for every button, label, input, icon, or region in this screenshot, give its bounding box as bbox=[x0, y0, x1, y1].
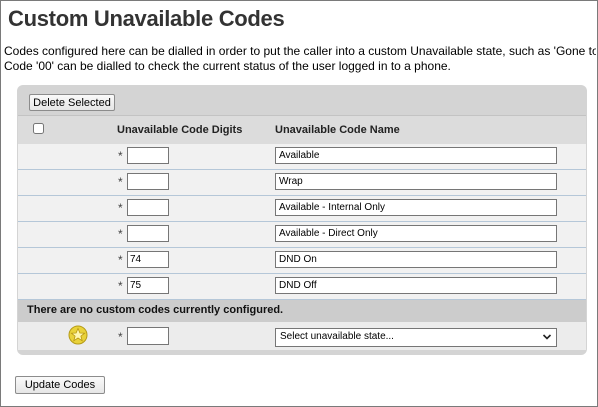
code-name-input[interactable] bbox=[275, 251, 557, 268]
page-description: Codes configured here can be dialled in … bbox=[4, 44, 596, 74]
code-name-input[interactable] bbox=[275, 147, 557, 164]
unavailable-state-select[interactable]: Select unavailable state... bbox=[275, 328, 557, 347]
code-digits-input[interactable] bbox=[127, 147, 169, 164]
table-row: * bbox=[18, 248, 586, 274]
code-name-input[interactable] bbox=[275, 277, 557, 294]
table-row: * bbox=[18, 170, 586, 196]
description-line: Code '00' can be dialled to check the cu… bbox=[4, 59, 451, 73]
chevron-down-icon bbox=[542, 334, 552, 340]
new-code-digits-input[interactable] bbox=[127, 327, 169, 345]
description-line: Codes configured here can be dialled in … bbox=[4, 44, 596, 58]
table-row: * bbox=[18, 144, 586, 170]
star-icon bbox=[68, 325, 88, 345]
code-digits-input[interactable] bbox=[127, 173, 169, 190]
code-digits-input[interactable] bbox=[127, 251, 169, 268]
column-header-digits: Unavailable Code Digits bbox=[117, 124, 243, 136]
delete-selected-button[interactable]: Delete Selected bbox=[29, 94, 115, 111]
new-code-row: * Select unavailable state... bbox=[18, 322, 586, 350]
code-name-input[interactable] bbox=[275, 225, 557, 242]
column-header-name: Unavailable Code Name bbox=[275, 124, 400, 136]
no-custom-codes-message: There are no custom codes currently conf… bbox=[27, 304, 284, 316]
code-name-input[interactable] bbox=[275, 173, 557, 190]
code-digits-input[interactable] bbox=[127, 277, 169, 294]
page-title: Custom Unavailable Codes bbox=[8, 6, 285, 31]
code-digits-input[interactable] bbox=[127, 199, 169, 216]
update-codes-button[interactable]: Update Codes bbox=[15, 376, 105, 394]
required-asterisk: * bbox=[118, 201, 123, 215]
table-header: Unavailable Code Digits Unavailable Code… bbox=[18, 115, 586, 145]
table-row: * bbox=[18, 196, 586, 222]
select-all-checkbox[interactable] bbox=[33, 123, 44, 134]
required-asterisk: * bbox=[118, 149, 123, 163]
code-name-input[interactable] bbox=[275, 199, 557, 216]
no-custom-codes-row: There are no custom codes currently conf… bbox=[18, 300, 586, 322]
table-row: * bbox=[18, 274, 586, 300]
required-asterisk: * bbox=[118, 330, 123, 344]
required-asterisk: * bbox=[118, 227, 123, 241]
required-asterisk: * bbox=[118, 175, 123, 189]
required-asterisk: * bbox=[118, 253, 123, 267]
code-digits-input[interactable] bbox=[127, 225, 169, 242]
table-row: * bbox=[18, 222, 586, 248]
required-asterisk: * bbox=[118, 279, 123, 293]
codes-panel: Delete Selected Unavailable Code Digits … bbox=[17, 85, 587, 355]
select-value: Select unavailable state... bbox=[280, 331, 394, 342]
